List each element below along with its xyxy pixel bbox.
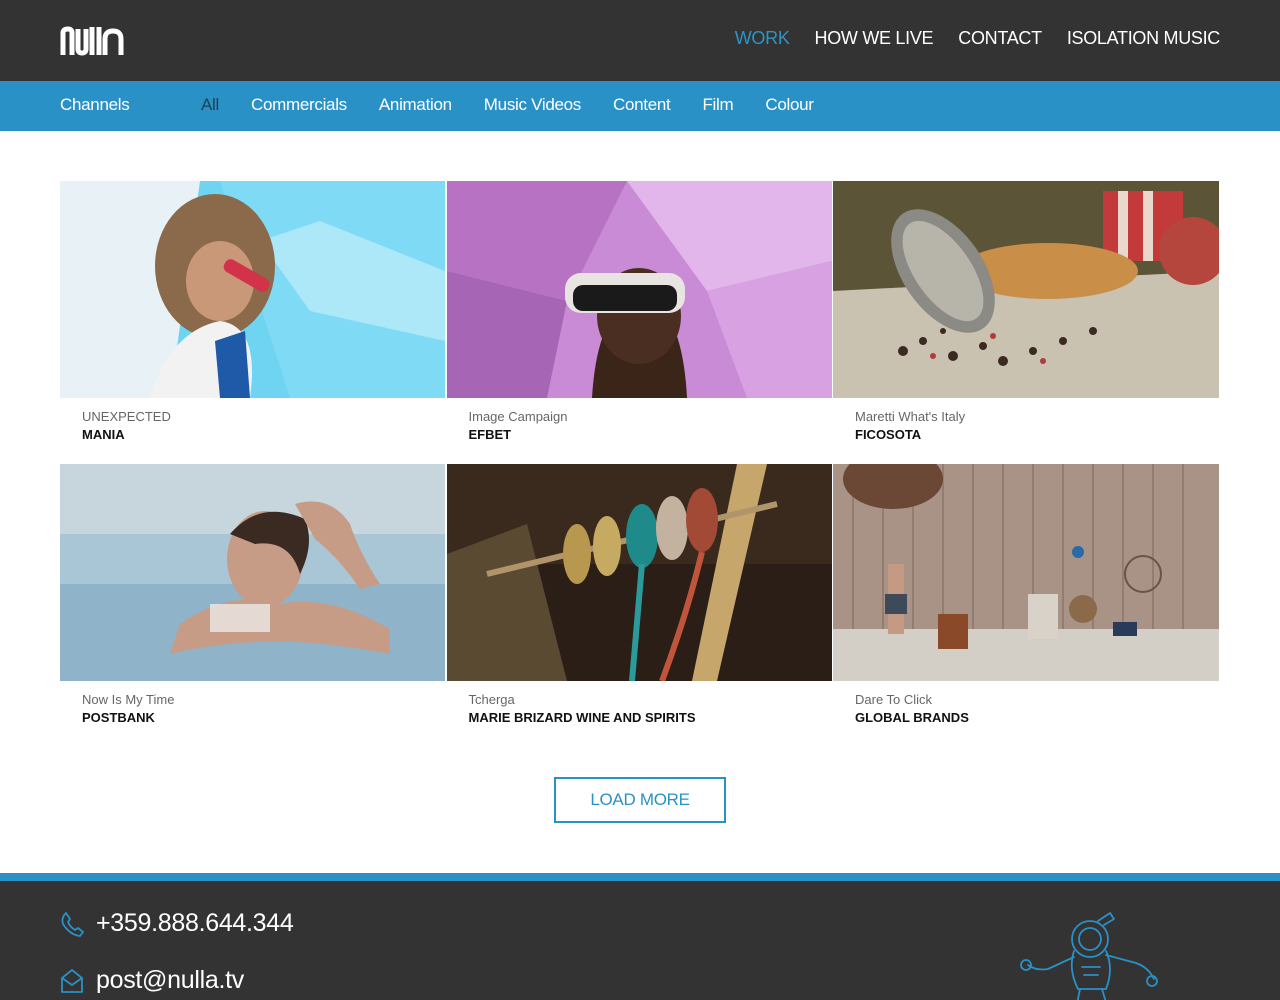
project-subtitle: UNEXPECTED: [82, 409, 171, 424]
project-card[interactable]: Tcherga MARIE BRIZARD WINE AND SPIRITS: [446, 464, 832, 747]
project-subtitle: Maretti What's Italy: [855, 409, 966, 424]
mail-icon: [61, 968, 83, 993]
astronaut-icon: [1020, 912, 1158, 1000]
phone-icon: [61, 911, 84, 937]
nav-isolation-music[interactable]: ISOLATION MUSIC: [1067, 28, 1220, 49]
project-title[interactable]: GLOBAL BRANDS: [855, 708, 1219, 728]
project-subtitle: Now Is My Time: [82, 692, 175, 707]
filter-animation[interactable]: Animation: [379, 95, 452, 115]
project-subtitle: Image Campaign: [468, 409, 568, 424]
nulla-logo[interactable]: [60, 25, 124, 57]
project-card[interactable]: Now Is My Time POSTBANK: [60, 464, 445, 747]
filter-content[interactable]: Content: [613, 95, 671, 115]
project-thumbnail[interactable]: [60, 181, 445, 398]
load-more-button[interactable]: LOAD MORE: [554, 777, 726, 823]
filter-music-videos[interactable]: Music Videos: [484, 95, 582, 115]
nav-work[interactable]: WORK: [735, 28, 790, 49]
channel-filters: All Commercials Animation Music Videos C…: [201, 95, 846, 115]
project-title[interactable]: MANIA: [82, 425, 445, 445]
project-grid: UNEXPECTED MANIA Image Campaign EFBET Ma…: [60, 181, 1219, 747]
project-subtitle: Dare To Click: [855, 692, 933, 707]
nav-contact[interactable]: CONTACT: [958, 28, 1042, 49]
project-thumbnail[interactable]: [446, 181, 832, 398]
phone-number[interactable]: +359.888.644.344: [96, 909, 294, 938]
footer-phone[interactable]: +359.888.644.344: [60, 909, 294, 938]
footer-email[interactable]: post@nulla.tv: [60, 966, 244, 995]
main-nav: WORK HOW WE LIVE CONTACT ISOLATION MUSIC: [735, 28, 1221, 49]
project-thumbnail[interactable]: [833, 464, 1219, 681]
project-thumbnail[interactable]: [446, 464, 832, 681]
filter-colour[interactable]: Colour: [765, 95, 814, 115]
project-title[interactable]: POSTBANK: [82, 708, 445, 728]
project-card[interactable]: UNEXPECTED MANIA: [60, 181, 445, 464]
channels-label: Channels: [60, 95, 130, 114]
project-card[interactable]: Image Campaign EFBET: [446, 181, 832, 464]
email-address[interactable]: post@nulla.tv: [96, 966, 244, 995]
filter-film[interactable]: Film: [702, 95, 733, 115]
footer-stripe: [0, 873, 1280, 881]
project-thumbnail[interactable]: [60, 464, 445, 681]
project-title[interactable]: EFBET: [469, 425, 832, 445]
filter-all[interactable]: All: [201, 95, 219, 115]
project-card[interactable]: Maretti What's Italy FICOSOTA: [833, 181, 1219, 464]
project-title[interactable]: MARIE BRIZARD WINE AND SPIRITS: [469, 708, 832, 728]
channels-bar: Channels All Commercials Animation Music…: [0, 81, 1280, 131]
nav-how-we-live[interactable]: HOW WE LIVE: [815, 28, 934, 49]
site-footer: +359.888.644.344 post@nulla.tv: [0, 881, 1280, 1000]
filter-commercials[interactable]: Commercials: [251, 95, 347, 115]
project-thumbnail[interactable]: [833, 181, 1219, 398]
project-subtitle: Tcherga: [468, 692, 515, 707]
site-header: WORK HOW WE LIVE CONTACT ISOLATION MUSIC: [0, 0, 1280, 81]
project-title[interactable]: FICOSOTA: [855, 425, 1219, 445]
project-card[interactable]: Dare To Click GLOBAL BRANDS: [833, 464, 1219, 747]
